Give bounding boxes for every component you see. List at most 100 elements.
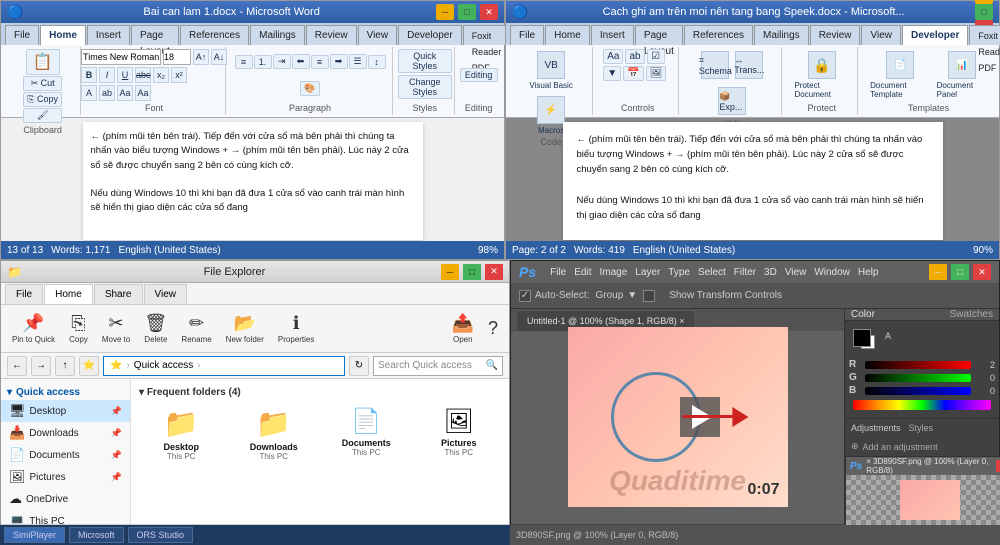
underline-btn[interactable]: U [117,67,133,83]
justify-btn[interactable]: ☰ [349,54,367,69]
ps-mini-close-btn[interactable]: ✕ [996,460,1000,472]
sidebar-item-documents[interactable]: 📄 Documents 📌 [1,444,130,466]
aa-control-btn[interactable]: Aa [603,49,623,64]
ps-maximize-btn[interactable]: □ [951,264,969,280]
text-control-btn[interactable]: ab [625,49,644,64]
tab-view-right[interactable]: View [861,25,901,45]
strikethrough-btn[interactable]: abc [135,67,151,83]
taskbar-item-microsoft[interactable]: Microsoft [69,527,124,543]
word-page-right[interactable]: ← (phím mũi tên bên trái). Tiếp đến với … [563,122,943,240]
ps-transform-check[interactable] [643,290,655,302]
paste-btn[interactable]: 📋 [26,49,60,75]
align-right-btn[interactable]: ➡ [330,54,348,69]
change-case-btn[interactable]: Aa [135,85,151,101]
align-left-btn[interactable]: ⬅ [292,54,310,69]
ps-menu-view[interactable]: View [785,267,807,278]
bullets-btn[interactable]: ≡ [235,55,253,69]
clear-format-btn[interactable]: Aa [117,85,133,101]
ps-menu-file[interactable]: File [550,267,566,278]
quick-styles-btn[interactable]: Quick Styles [398,49,452,73]
decrease-font-btn[interactable]: A↓ [211,49,227,65]
checkbox-control-btn[interactable]: ☑ [647,49,665,64]
maximize-btn-left[interactable]: □ [458,4,476,20]
ps-menu-help[interactable]: Help [858,267,879,278]
cut-btn[interactable]: ✂ Cut [23,76,62,91]
tab-review-right[interactable]: Review [810,25,861,45]
bold-btn[interactable]: B [81,67,97,83]
ps-autoselect-check[interactable]: ✓ [519,290,531,302]
folder-downloads[interactable]: 📁 Downloads This PC [232,406,317,465]
highlight-btn[interactable]: ab [99,85,115,101]
tab-mailings-left[interactable]: Mailings [250,25,305,45]
tab-file-left[interactable]: File [5,25,39,45]
shading-btn[interactable]: 🎨 [300,81,319,96]
ps-styles-tab[interactable]: Styles [909,423,934,433]
fe-tab-file[interactable]: File [5,284,43,304]
ps-menu-type[interactable]: Type [668,267,690,278]
ps-red-slider[interactable] [865,361,971,369]
ps-menu-window[interactable]: Window [814,267,850,278]
fe-up-btn[interactable]: ↑ [55,356,75,376]
numbering-btn[interactable]: 1. [254,55,272,69]
ps-fg-bg-container[interactable] [853,329,881,351]
fe-rename-btn[interactable]: ✏ Rename [176,310,216,347]
indent-btn[interactable]: ⇥ [273,54,291,69]
ps-color-spectrum-bar[interactable] [853,400,991,410]
protect-doc-btn[interactable]: 🔒 Protect Document [792,49,851,101]
tab-insert-right[interactable]: Insert [591,25,634,45]
increase-font-btn[interactable]: A↑ [193,49,209,65]
tab-home-right[interactable]: Home [545,25,590,45]
close-btn-left[interactable]: ✕ [480,4,498,20]
tab-mailings-right[interactable]: Mailings [754,25,809,45]
document-template-btn[interactable]: 📄 Document Template [868,49,932,101]
fe-tab-home[interactable]: Home [44,284,93,304]
ps-menu-layer[interactable]: Layer [635,267,660,278]
ps-add-adjustment[interactable]: ⊕ Add an adjustment [845,437,999,456]
align-center-btn[interactable]: ≡ [311,55,329,69]
font-size-select[interactable] [163,49,191,65]
expansion-btn[interactable]: 📦 Exp... [716,85,748,119]
tab-view-left[interactable]: View [358,25,398,45]
ps-canvas[interactable]: Quaditime 0:07 [511,309,844,524]
visual-basic-btn[interactable]: VB Visual Basic [527,49,574,92]
ps-group-dropdown[interactable]: Group ▼ [595,290,637,301]
tab-references-left[interactable]: References [180,25,249,45]
fe-tab-view[interactable]: View [144,284,188,304]
tab-developer-right[interactable]: Developer [902,25,968,45]
fe-help-btn[interactable]: ? [483,315,503,343]
fe-move-btn[interactable]: ✂ Move to [97,310,135,347]
folder-documents[interactable]: 📄 Documents This PC [324,406,409,465]
quick-access-header[interactable]: ▾ Quick access [1,383,130,400]
tab-pagelayout-left[interactable]: Page Layout [131,25,179,45]
maximize-btn-right[interactable]: □ [975,4,993,20]
ps-menu-3d[interactable]: 3D [764,267,777,278]
minimize-btn-left[interactable]: ─ [436,4,454,20]
word-page-left[interactable]: ← (phím mũi tên bên trái). Tiếp đến với … [83,122,423,240]
ps-minimize-btn[interactable]: ─ [929,264,947,280]
ps-menu-edit[interactable]: Edit [574,267,591,278]
explorer-path-bar[interactable]: ⭐ › Quick access › [103,356,345,376]
taskbar-item-ors[interactable]: ORS Studio [128,527,194,543]
ps-menu-select[interactable]: Select [698,267,726,278]
fe-forward-btn[interactable]: → [31,356,51,376]
ps-green-slider[interactable] [865,374,971,382]
font-color-btn[interactable]: A [81,85,97,101]
copy-btn[interactable]: ⎘ Copy [23,92,62,107]
fe-tab-share[interactable]: Share [94,284,143,304]
date-control-btn[interactable]: 📅 [623,66,643,81]
sidebar-item-onedrive[interactable]: ☁ OneDrive [1,488,130,510]
tab-developer-left[interactable]: Developer [398,25,462,45]
tab-file-right[interactable]: File [510,25,544,45]
line-spacing-btn[interactable]: ↕ [368,55,386,69]
tab-review-left[interactable]: Review [306,25,357,45]
ps-close-btn[interactable]: ✕ [973,264,991,280]
document-panel-btn[interactable]: 📊 Document Panel [935,49,989,101]
change-styles-btn[interactable]: Change Styles [398,75,452,99]
sidebar-item-pictures[interactable]: 🖼 Pictures 📌 [1,466,130,488]
folder-desktop[interactable]: 📁 Desktop This PC [139,406,224,465]
folder-pictures[interactable]: 🖼 Pictures This PC [417,406,502,465]
tab-insert-left[interactable]: Insert [87,25,130,45]
ps-autoselect-btn[interactable]: ✓ Auto-Select: [519,290,589,302]
fe-pin-btn[interactable]: 📌 Pin to Quick [7,310,60,347]
sidebar-item-desktop[interactable]: 🖥 Desktop 📌 [1,400,130,422]
